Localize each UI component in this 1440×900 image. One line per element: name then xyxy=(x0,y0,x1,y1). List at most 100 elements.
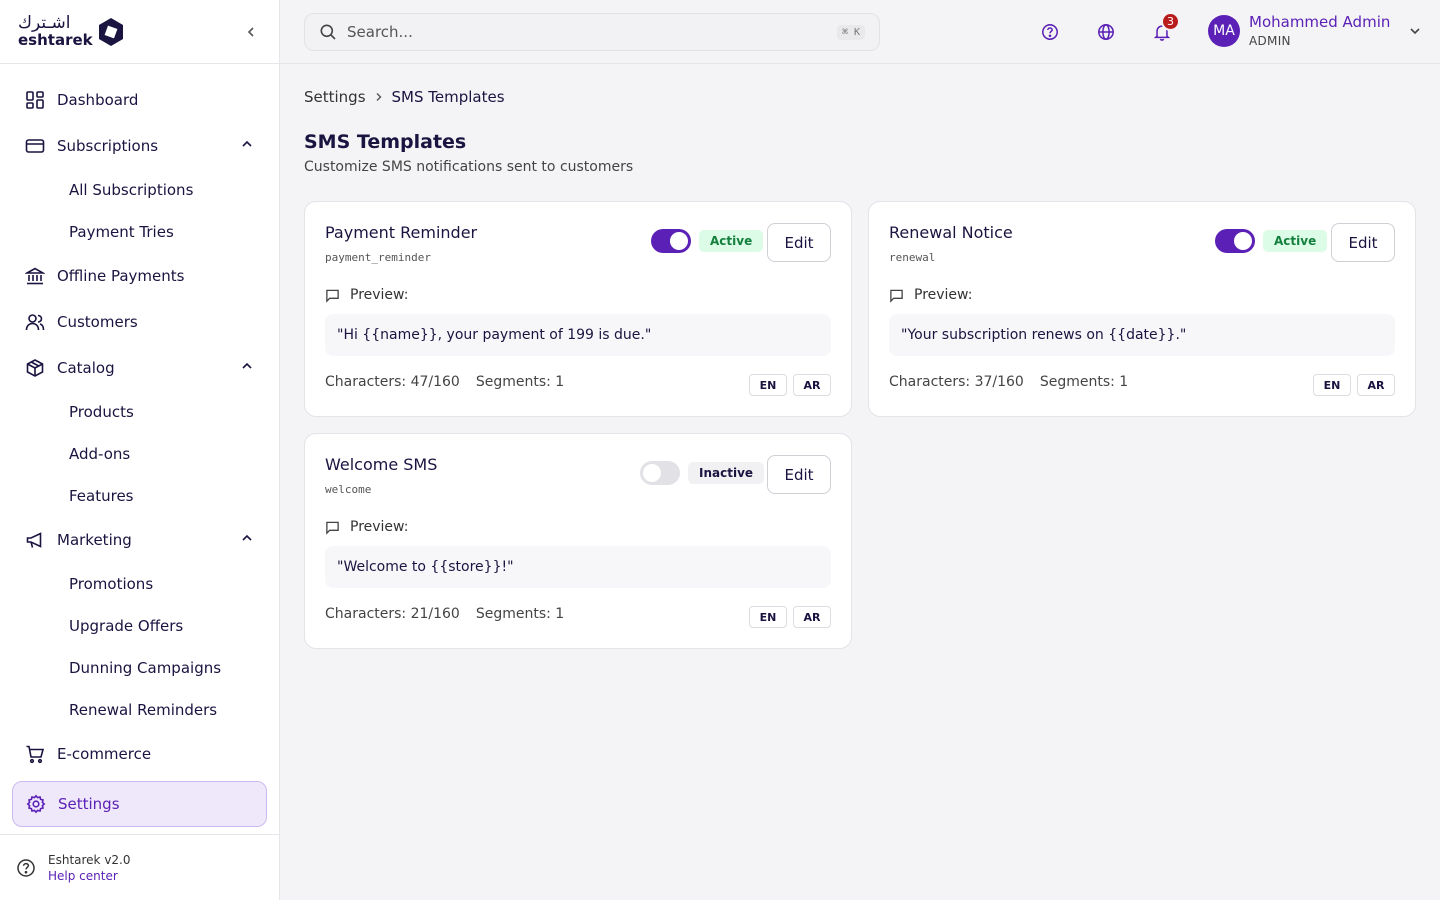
sidebar-header: اشـترك eshtarek xyxy=(0,0,279,64)
sidebar: اشـترك eshtarek Dashboard Subscriptions … xyxy=(0,0,280,900)
sidebar-item-catalog[interactable]: Catalog xyxy=(12,345,267,391)
megaphone-icon xyxy=(24,529,46,551)
preview-text: "Hi {{name}}, your payment of 199 is due… xyxy=(325,314,831,356)
sidebar-item-label: Dashboard xyxy=(57,91,139,109)
template-title: Welcome SMS xyxy=(325,455,438,474)
search-placeholder: Search... xyxy=(347,23,413,41)
preview-label-text: Preview: xyxy=(350,287,409,303)
status-badge: Inactive xyxy=(688,462,765,484)
sidebar-item-marketing[interactable]: Marketing xyxy=(12,517,267,563)
sidebar-item-label: Offline Payments xyxy=(57,267,185,285)
sidebar-item-upgrade-offers[interactable]: Upgrade Offers xyxy=(12,605,267,647)
message-square-icon xyxy=(326,521,339,535)
template-title: Renewal Notice xyxy=(889,223,1013,242)
segment-count: Segments: 1 xyxy=(1039,374,1129,390)
edit-button[interactable]: Edit xyxy=(767,455,831,494)
preview-label: Preview: xyxy=(325,519,408,535)
sidebar-item-customers[interactable]: Customers xyxy=(12,299,267,345)
bank-icon xyxy=(24,265,46,287)
sidebar-item-dashboard[interactable]: Dashboard xyxy=(12,77,267,123)
collapse-sidebar-button[interactable] xyxy=(241,22,261,42)
sidebar-item-settings[interactable]: Settings xyxy=(12,781,267,827)
sidebar-item-products[interactable]: Products xyxy=(12,391,267,433)
sidebar-item-features[interactable]: Features xyxy=(12,475,267,517)
lang-ar-button[interactable]: AR xyxy=(793,374,831,396)
lang-en-button[interactable]: EN xyxy=(1313,374,1351,396)
sidebar-item-e-commerce[interactable]: E-commerce xyxy=(12,731,267,777)
brand-mark-icon xyxy=(98,17,123,46)
sidebar-item-offline-payments[interactable]: Offline Payments xyxy=(12,253,267,299)
search-shortcut: ⌘ K xyxy=(836,24,865,40)
character-count: Characters: 21/160 xyxy=(325,606,460,622)
sidebar-item-payment-tries[interactable]: Payment Tries xyxy=(12,211,267,253)
template-card-renewal-notice: Renewal Notice renewal Active Edit Previ… xyxy=(868,201,1416,417)
sidebar-item-label: Settings xyxy=(58,795,120,813)
chevron-up-icon xyxy=(242,534,252,541)
sidebar-item-label: Catalog xyxy=(57,359,115,377)
main-content: Settings SMS Templates SMS Templates Cus… xyxy=(304,64,1416,661)
lang-en-button[interactable]: EN xyxy=(749,374,787,396)
lang-ar-button[interactable]: AR xyxy=(1357,374,1395,396)
template-key: renewal xyxy=(889,251,936,264)
language-button[interactable] xyxy=(1094,20,1118,44)
sidebar-item-renewal-reminders[interactable]: Renewal Reminders xyxy=(12,689,267,731)
globe-icon xyxy=(1098,24,1114,40)
message-square-icon xyxy=(890,289,903,303)
preview-text: "Welcome to {{store}}!" xyxy=(325,546,831,588)
sidebar-item-add-ons[interactable]: Add-ons xyxy=(12,433,267,475)
brand-logo[interactable]: اشـترك eshtarek xyxy=(18,15,125,48)
preview-label-text: Preview: xyxy=(914,287,973,303)
template-enabled-toggle[interactable] xyxy=(640,461,680,485)
topbar: Search... ⌘ K 3 MA Mohammed Admin ADMIN xyxy=(280,0,1440,64)
status-badge: Active xyxy=(1263,230,1328,252)
notifications-button[interactable]: 3 xyxy=(1150,12,1180,44)
template-enabled-toggle[interactable] xyxy=(651,229,691,253)
templates-grid: Payment Reminder payment_reminder Active… xyxy=(304,201,1416,661)
help-center-link[interactable]: Help center xyxy=(48,869,131,883)
page-title: SMS Templates xyxy=(304,131,467,153)
lang-en-button[interactable]: EN xyxy=(749,606,787,628)
chevron-right-icon xyxy=(376,93,382,101)
sidebar-item-all-subscriptions[interactable]: All Subscriptions xyxy=(12,169,267,211)
segment-count: Segments: 1 xyxy=(475,606,565,622)
user-menu[interactable]: MA Mohammed Admin ADMIN xyxy=(1208,14,1421,48)
dashboard-icon xyxy=(24,89,46,111)
preview-label: Preview: xyxy=(325,287,408,303)
edit-button[interactable]: Edit xyxy=(1331,223,1395,262)
sidebar-footer: Eshtarek v2.0 Help center xyxy=(0,834,279,900)
shopping-cart-icon xyxy=(24,743,46,765)
character-count: Characters: 37/160 xyxy=(889,374,1024,390)
chevron-up-icon xyxy=(242,140,252,147)
edit-button[interactable]: Edit xyxy=(767,223,831,262)
gear-icon xyxy=(25,793,47,815)
status-badge: Active xyxy=(699,230,764,252)
chevron-left-icon xyxy=(247,26,254,37)
breadcrumb-settings[interactable]: Settings xyxy=(304,88,366,106)
search-input[interactable]: Search... ⌘ K xyxy=(304,13,880,51)
sidebar-item-label: Subscriptions xyxy=(57,137,159,155)
preview-text: "Your subscription renews on {{date}}." xyxy=(889,314,1395,356)
sidebar-item-subscriptions[interactable]: Subscriptions xyxy=(12,123,267,169)
sidebar-item-dunning-campaigns[interactable]: Dunning Campaigns xyxy=(12,647,267,689)
package-icon xyxy=(24,357,46,379)
help-circle-icon xyxy=(17,858,35,877)
lang-ar-button[interactable]: AR xyxy=(793,606,831,628)
template-enabled-toggle[interactable] xyxy=(1215,229,1255,253)
template-card-welcome-sms: Welcome SMS welcome Inactive Edit Previe… xyxy=(304,433,852,649)
sidebar-nav: Dashboard Subscriptions All Subscription… xyxy=(0,64,279,827)
breadcrumb-current: SMS Templates xyxy=(391,88,505,106)
template-key: welcome xyxy=(325,483,372,496)
sidebar-item-promotions[interactable]: Promotions xyxy=(12,563,267,605)
breadcrumb: Settings SMS Templates xyxy=(304,88,1416,106)
help-button[interactable] xyxy=(1038,20,1062,44)
brand-name-arabic: اشـترك xyxy=(18,13,71,33)
template-key: payment_reminder xyxy=(325,251,431,264)
chevron-up-icon xyxy=(242,362,252,369)
template-card-payment-reminder: Payment Reminder payment_reminder Active… xyxy=(304,201,852,417)
app-version: Eshtarek v2.0 xyxy=(48,852,131,867)
chevron-down-icon xyxy=(1410,28,1420,34)
template-meta: Characters: 37/160 Segments: 1 xyxy=(889,374,1128,390)
template-title: Payment Reminder xyxy=(325,223,478,242)
page-subtitle: Customize SMS notifications sent to cust… xyxy=(304,159,634,175)
search-icon xyxy=(319,23,337,41)
